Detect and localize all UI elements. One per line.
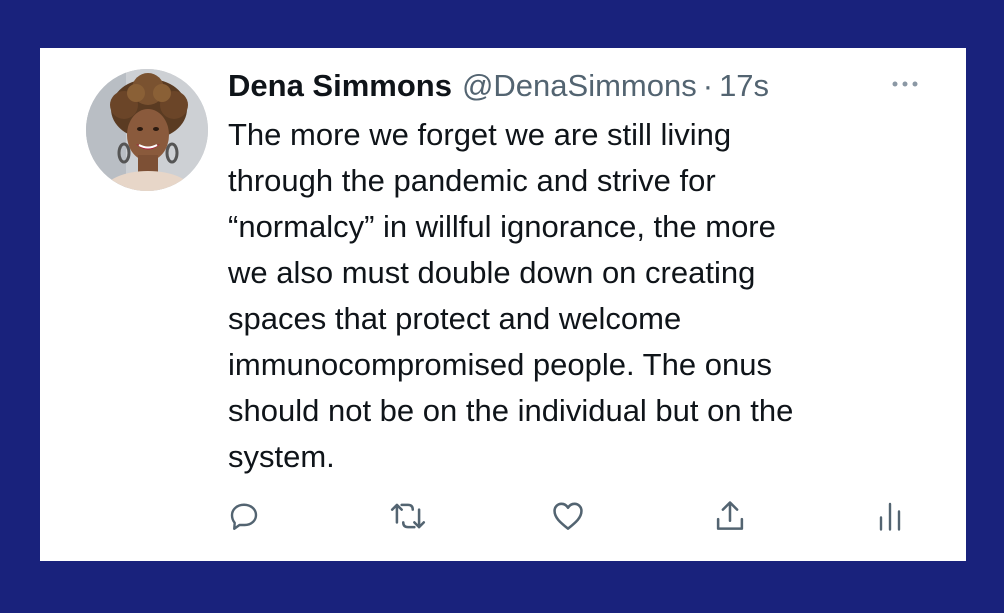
tweet-timestamp[interactable]: 17s <box>719 68 769 104</box>
share-icon <box>716 501 744 530</box>
tweet-text: The more we forget we are still living t… <box>228 117 794 474</box>
retweet-button[interactable] <box>386 494 430 538</box>
retweet-icon <box>390 503 426 529</box>
share-button[interactable] <box>708 494 752 538</box>
analytics-icon <box>879 502 901 531</box>
more-options-icon[interactable] <box>888 74 922 94</box>
analytics-button[interactable] <box>868 494 912 538</box>
reply-button[interactable] <box>222 494 266 538</box>
author-name[interactable]: Dena Simmons <box>228 68 452 104</box>
tweet-header: Dena Simmons @DenaSimmons · 17s <box>228 66 769 106</box>
heart-icon <box>553 502 583 530</box>
author-handle[interactable]: @DenaSimmons <box>462 68 697 104</box>
like-button[interactable] <box>546 494 590 538</box>
separator-dot: · <box>702 68 714 103</box>
avatar[interactable] <box>86 69 208 191</box>
avatar-image <box>86 69 208 191</box>
reply-icon <box>230 503 258 530</box>
tweet-card[interactable]: Dena Simmons @DenaSimmons · 17s The more… <box>40 48 966 561</box>
